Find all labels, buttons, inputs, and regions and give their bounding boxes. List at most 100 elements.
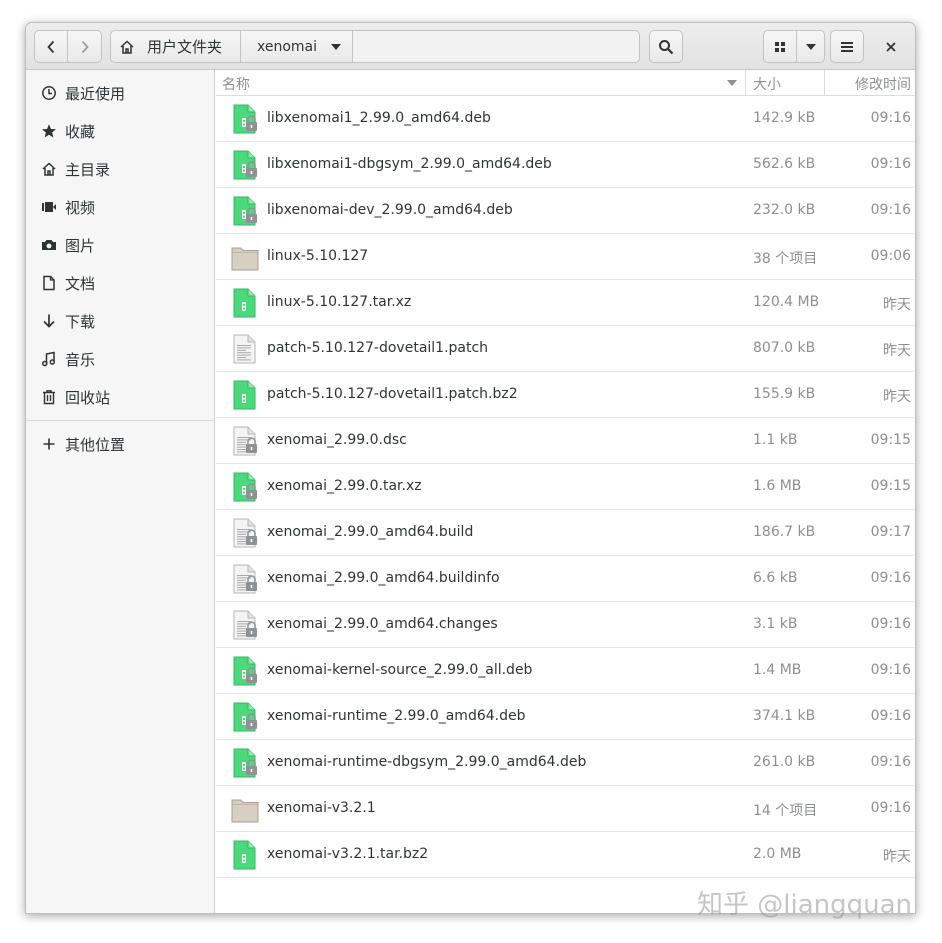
file-row[interactable]: xenomai_2.99.0_amd64.buildinfo 6.6 kB 09:1… — [216, 556, 915, 602]
music-icon — [40, 350, 58, 368]
locked-archive-file-icon — [231, 472, 259, 502]
search-button[interactable] — [649, 30, 683, 63]
sidebar-item-other-locations[interactable]: 其他位置 — [26, 425, 214, 463]
sidebar-item-downloads[interactable]: 下载 — [26, 302, 214, 340]
sidebar: 最近使用 收藏 主目录 视频 图片 文档 下载 音乐 回收站 其他位置 — [26, 70, 215, 913]
file-size: 38 个项目 — [753, 251, 818, 267]
main-menu-button[interactable] — [830, 30, 864, 63]
chevron-down-icon — [805, 43, 816, 50]
file-modified: 09:16 — [870, 202, 911, 218]
file-row[interactable]: xenomai_2.99.0.dsc 1.1 kB 09:15 — [216, 418, 915, 464]
star-icon — [40, 122, 58, 140]
close-icon — [886, 42, 896, 52]
sidebar-item-starred[interactable]: 收藏 — [26, 112, 214, 150]
file-row[interactable]: linux-5.10.127.tar.xz 120.4 MB 昨天 — [216, 280, 915, 326]
file-row[interactable]: xenomai-runtime_2.99.0_amd64.deb 374.1 kB… — [216, 694, 915, 740]
file-row[interactable]: libxenomai1_2.99.0_amd64.deb 142.9 kB 09:1… — [216, 96, 915, 142]
file-row[interactable]: xenomai-runtime-dbgsym_2.99.0_amd64.deb 2… — [216, 740, 915, 786]
file-modified: 09:17 — [870, 524, 911, 540]
view-options-button[interactable] — [797, 30, 825, 63]
file-name: xenomai-runtime_2.99.0_amd64.deb — [267, 708, 526, 724]
sidebar-item-videos[interactable]: 视频 — [26, 188, 214, 226]
file-name: xenomai_2.99.0_amd64.build — [267, 524, 474, 540]
file-modified: 09:06 — [870, 248, 911, 264]
file-size: 3.1 kB — [753, 616, 798, 632]
file-modified: 09:16 — [870, 156, 911, 172]
file-modified: 09:15 — [870, 478, 911, 494]
path-current-button[interactable]: xenomai — [241, 31, 353, 62]
clock-icon — [40, 84, 58, 102]
locked-text-file-icon — [231, 564, 259, 594]
file-row[interactable]: libxenomai1-dbgsym_2.99.0_amd64.deb 562.6… — [216, 142, 915, 188]
file-size: 6.6 kB — [753, 570, 798, 586]
path-bar: 用户文件夹 xenomai — [110, 30, 640, 63]
sidebar-item-trash[interactable]: 回收站 — [26, 378, 214, 416]
archive-file-icon — [231, 288, 259, 318]
chevron-right-icon — [81, 40, 89, 53]
column-modified-header[interactable]: 修改时间 — [855, 74, 911, 94]
grid-view-button[interactable] — [763, 30, 797, 63]
close-button[interactable] — [881, 37, 901, 57]
file-row[interactable]: xenomai_2.99.0_amd64.build 186.7 kB 09:17 — [216, 510, 915, 556]
sidebar-item-label: 下载 — [65, 312, 96, 331]
file-row[interactable]: linux-5.10.127 38 个项目 09:06 — [216, 234, 915, 280]
forward-button[interactable] — [68, 30, 102, 63]
file-size: 142.9 kB — [753, 110, 816, 126]
grid-icon — [775, 41, 785, 52]
column-size-header[interactable]: 大小 — [753, 74, 781, 94]
column-divider — [824, 70, 825, 96]
file-modified: 昨天 — [883, 297, 911, 313]
file-row[interactable]: xenomai-v3.2.1 14 个项目 09:16 — [216, 786, 915, 832]
file-size: 1.6 MB — [753, 478, 802, 494]
file-name: xenomai-v3.2.1.tar.bz2 — [267, 846, 429, 862]
sidebar-item-label: 视频 — [65, 198, 96, 217]
file-size: 14 个项目 — [753, 803, 818, 819]
sidebar-item-music[interactable]: 音乐 — [26, 340, 214, 378]
file-row[interactable]: xenomai_2.99.0.tar.xz 1.6 MB 09:15 — [216, 464, 915, 510]
back-button[interactable] — [34, 30, 68, 63]
sidebar-item-documents[interactable]: 文档 — [26, 264, 214, 302]
camera-icon — [40, 236, 58, 254]
watermark-text: 知乎 @liangquan — [697, 890, 913, 920]
locked-archive-file-icon — [231, 702, 259, 732]
locked-text-file-icon — [231, 518, 259, 548]
header-bar: 用户文件夹 xenomai — [26, 23, 915, 70]
path-current-label: xenomai — [257, 38, 318, 55]
file-row[interactable]: patch-5.10.127-dovetail1.patch.bz2 155.9 … — [216, 372, 915, 418]
column-name-header[interactable]: 名称 — [222, 74, 250, 94]
sidebar-item-label: 最近使用 — [65, 84, 126, 103]
file-row[interactable]: patch-5.10.127-dovetail1.patch 807.0 kB 昨天 — [216, 326, 915, 372]
sidebar-item-home[interactable]: 主目录 — [26, 150, 214, 188]
file-row[interactable]: xenomai-kernel-source_2.99.0_all.deb 1.4 … — [216, 648, 915, 694]
file-size: 120.4 MB — [753, 294, 820, 310]
sidebar-item-label: 音乐 — [65, 350, 96, 369]
file-modified: 09:15 — [870, 432, 911, 448]
text-file-icon — [231, 334, 259, 364]
locked-text-file-icon — [231, 610, 259, 640]
file-name: xenomai-v3.2.1 — [267, 800, 376, 816]
column-header: 名称 大小 修改时间 — [216, 70, 915, 96]
file-modified: 09:16 — [870, 110, 911, 126]
file-row[interactable]: libxenomai-dev_2.99.0_amd64.deb 232.0 kB 0… — [216, 188, 915, 234]
locked-text-file-icon — [231, 426, 259, 456]
file-name: linux-5.10.127.tar.xz — [267, 294, 412, 310]
trash-icon — [40, 388, 58, 406]
file-row[interactable]: xenomai-v3.2.1.tar.bz2 2.0 MB 昨天 — [216, 832, 915, 878]
file-name: xenomai_2.99.0_amd64.changes — [267, 616, 498, 632]
locked-archive-file-icon — [231, 748, 259, 778]
file-size: 1.1 kB — [753, 432, 798, 448]
file-row[interactable]: xenomai_2.99.0_amd64.changes 3.1 kB 09:16 — [216, 602, 915, 648]
folder-icon — [231, 794, 259, 824]
archive-file-icon — [231, 840, 259, 870]
sort-down-icon[interactable] — [726, 79, 738, 87]
sidebar-item-pictures[interactable]: 图片 — [26, 226, 214, 264]
sidebar-item-label: 文档 — [65, 274, 96, 293]
file-size: 374.1 kB — [753, 708, 816, 724]
file-name: linux-5.10.127 — [267, 248, 369, 264]
home-icon — [120, 39, 134, 54]
path-home-button[interactable]: 用户文件夹 — [111, 31, 241, 62]
video-icon — [40, 198, 58, 216]
sidebar-item-label: 主目录 — [65, 160, 111, 179]
file-name: xenomai-runtime-dbgsym_2.99.0_amd64.deb — [267, 754, 587, 770]
sidebar-item-recent[interactable]: 最近使用 — [26, 74, 214, 112]
